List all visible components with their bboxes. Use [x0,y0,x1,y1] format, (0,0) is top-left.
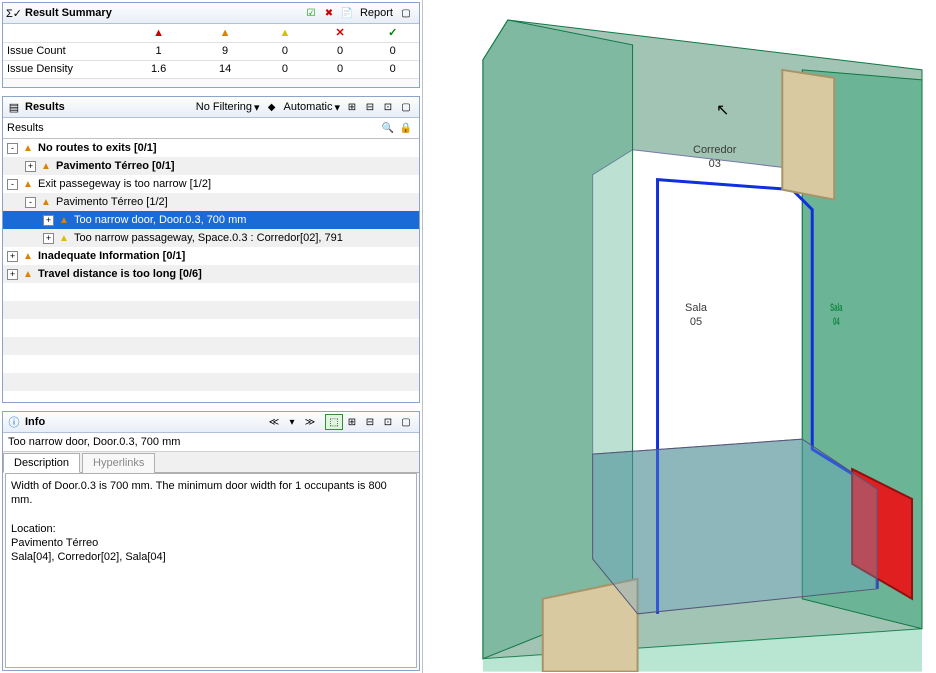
tree-expand-icon[interactable]: + [25,161,36,172]
tree-row[interactable]: +▲Too narrow passageway, Space.0.3 : Cor… [3,229,419,247]
lock-icon[interactable]: 🔒 [397,120,415,136]
tab-description[interactable]: Description [3,453,80,473]
viewport-3d[interactable]: Corredor 03 Sala 05 Sala 04 ↖ [422,0,936,673]
severity-orange-icon: ▲ [21,249,35,263]
report-icon[interactable]: 📄 [338,5,356,21]
tree-collapse-icon[interactable]: - [7,143,18,154]
severity-orange-icon: ▲ [220,27,231,39]
severity-orange-icon: ▲ [21,177,35,191]
tree-row[interactable]: -▲Exit passegeway is too narrow [1/2] [3,175,419,193]
desc-loc-label: Location: [11,522,411,536]
tree-expand-icon[interactable]: + [43,233,54,244]
severity-orange-icon: ▲ [39,195,53,209]
model-svg [423,0,936,672]
tree-label: Travel distance is too long [0/6] [38,268,202,280]
desc-text: Width of Door.0.3 is 700 mm. The minimum… [11,479,411,508]
severity-orange-icon: ▲ [57,213,71,227]
tree-label: Pavimento Térreo [0/1] [56,160,175,172]
summary-row-density: Issue Density 1.6 14 0 0 0 [3,60,419,78]
severity-yellow-icon: ▲ [57,231,71,245]
results-panel: ▤ Results No Filtering ▾ ◆ Automatic ▾ ⊞… [2,96,420,403]
collapse-all-icon[interactable]: ⊡ [379,99,397,115]
nav-next-icon[interactable]: ≫ [301,414,319,430]
label-sala04: Sala 04 [830,300,842,329]
result-summary-panel: Σ✓ Result Summary ☑ ✖ 📄 Report ▢ ▲ ▲ ▲ ✕… [2,2,420,88]
severity-orange-icon: ▲ [21,267,35,281]
accept-all-icon[interactable]: ☑ [302,5,320,21]
tree-label: Exit passegeway is too narrow [1/2] [38,178,211,190]
results-subheader: Results [7,122,379,134]
results-title: Results [25,101,193,113]
results-tree[interactable]: -▲No routes to exits [0/1]+▲Pavimento Té… [3,139,419,402]
cursor-icon: ↖ [716,100,729,120]
severity-orange-icon: ▲ [21,141,35,155]
tree-row[interactable]: +▲Pavimento Térreo [0/1] [3,157,419,175]
info-issue-line: Too narrow door, Door.0.3, 700 mm [3,433,419,452]
nav-prev-icon[interactable]: ▾ [283,414,301,430]
desc-loc2: Sala[04], Corredor[02], Sala[04] [11,550,411,564]
tree-row[interactable]: +▲Too narrow door, Door.0.3, 700 mm [3,211,419,229]
desc-loc1: Pavimento Térreo [11,536,411,550]
restore-panel-icon[interactable]: ▢ [397,5,415,21]
tree-row[interactable]: -▲Pavimento Térreo [1/2] [3,193,419,211]
collapse-icon[interactable]: ⊟ [361,414,379,430]
report-label[interactable]: Report [360,7,393,19]
summary-table: ▲ ▲ ▲ ✕ ✓ Issue Count 1 9 0 0 0 Issue De… [3,24,419,79]
restore-panel-icon[interactable]: ▢ [397,414,415,430]
tree-label: Pavimento Térreo [1/2] [56,196,168,208]
tree-label: No routes to exits [0/1] [38,142,157,154]
tree-expand-icon[interactable]: + [7,251,18,262]
filter-dropdown[interactable]: No Filtering ▾ [193,100,263,115]
tree-label: Too narrow passageway, Space.0.3 : Corre… [74,232,343,244]
tree-row[interactable]: +▲Travel distance is too long [0/6] [3,265,419,283]
nav-first-icon[interactable]: ≪ [265,414,283,430]
summary-title: Result Summary [25,7,302,19]
mode-dropdown[interactable]: Automatic ▾ [281,100,343,115]
zoom-to-icon[interactable]: ⬚ [325,414,343,430]
tab-hyperlinks[interactable]: Hyperlinks [82,453,155,473]
info-tabs: Description Hyperlinks [3,452,419,473]
tree-expand-icon[interactable]: + [43,215,54,226]
info-title: Info [25,416,265,428]
summary-row-count: Issue Count 1 9 0 0 0 [3,42,419,60]
sigma-icon: Σ✓ [7,6,21,20]
expand-all-icon[interactable]: ⊞ [343,99,361,115]
label-sala05: Sala 05 [685,300,707,329]
info-icon: ⓘ [7,415,21,429]
expand-icon[interactable]: ⊞ [343,414,361,430]
layers-icon[interactable]: ◆ [263,99,281,115]
reject-all-icon[interactable]: ✖ [320,5,338,21]
collapse2-icon[interactable]: ⊡ [379,414,397,430]
restore-panel-icon[interactable]: ▢ [397,99,415,115]
tree-row[interactable]: -▲No routes to exits [0/1] [3,139,419,157]
results-subheader-row: Results 🔍 🔒 [3,118,419,139]
label-corredor: Corredor 03 [693,142,736,171]
info-description-body: Width of Door.0.3 is 700 mm. The minimum… [5,473,417,668]
tree-collapse-icon[interactable]: - [7,179,18,190]
severity-x-icon: ✕ [335,27,344,39]
severity-check-icon: ✓ [388,27,397,39]
tree-collapse-icon[interactable]: - [25,197,36,208]
severity-red-icon: ▲ [153,27,164,39]
search-icon[interactable]: 🔍 [379,120,397,136]
tree-row[interactable]: +▲Inadequate Information [0/1] [3,247,419,265]
tree-expand-icon[interactable]: + [7,269,18,280]
severity-yellow-icon: ▲ [279,27,290,39]
tree-label: Too narrow door, Door.0.3, 700 mm [74,214,246,226]
collapse-level-icon[interactable]: ⊟ [361,99,379,115]
info-panel: ⓘ Info ≪ ▾ ≫ ⬚ ⊞ ⊟ ⊡ ▢ Too narrow door, … [2,411,420,671]
severity-orange-icon: ▲ [39,159,53,173]
tree-label: Inadequate Information [0/1] [38,250,185,262]
results-icon: ▤ [7,100,21,114]
